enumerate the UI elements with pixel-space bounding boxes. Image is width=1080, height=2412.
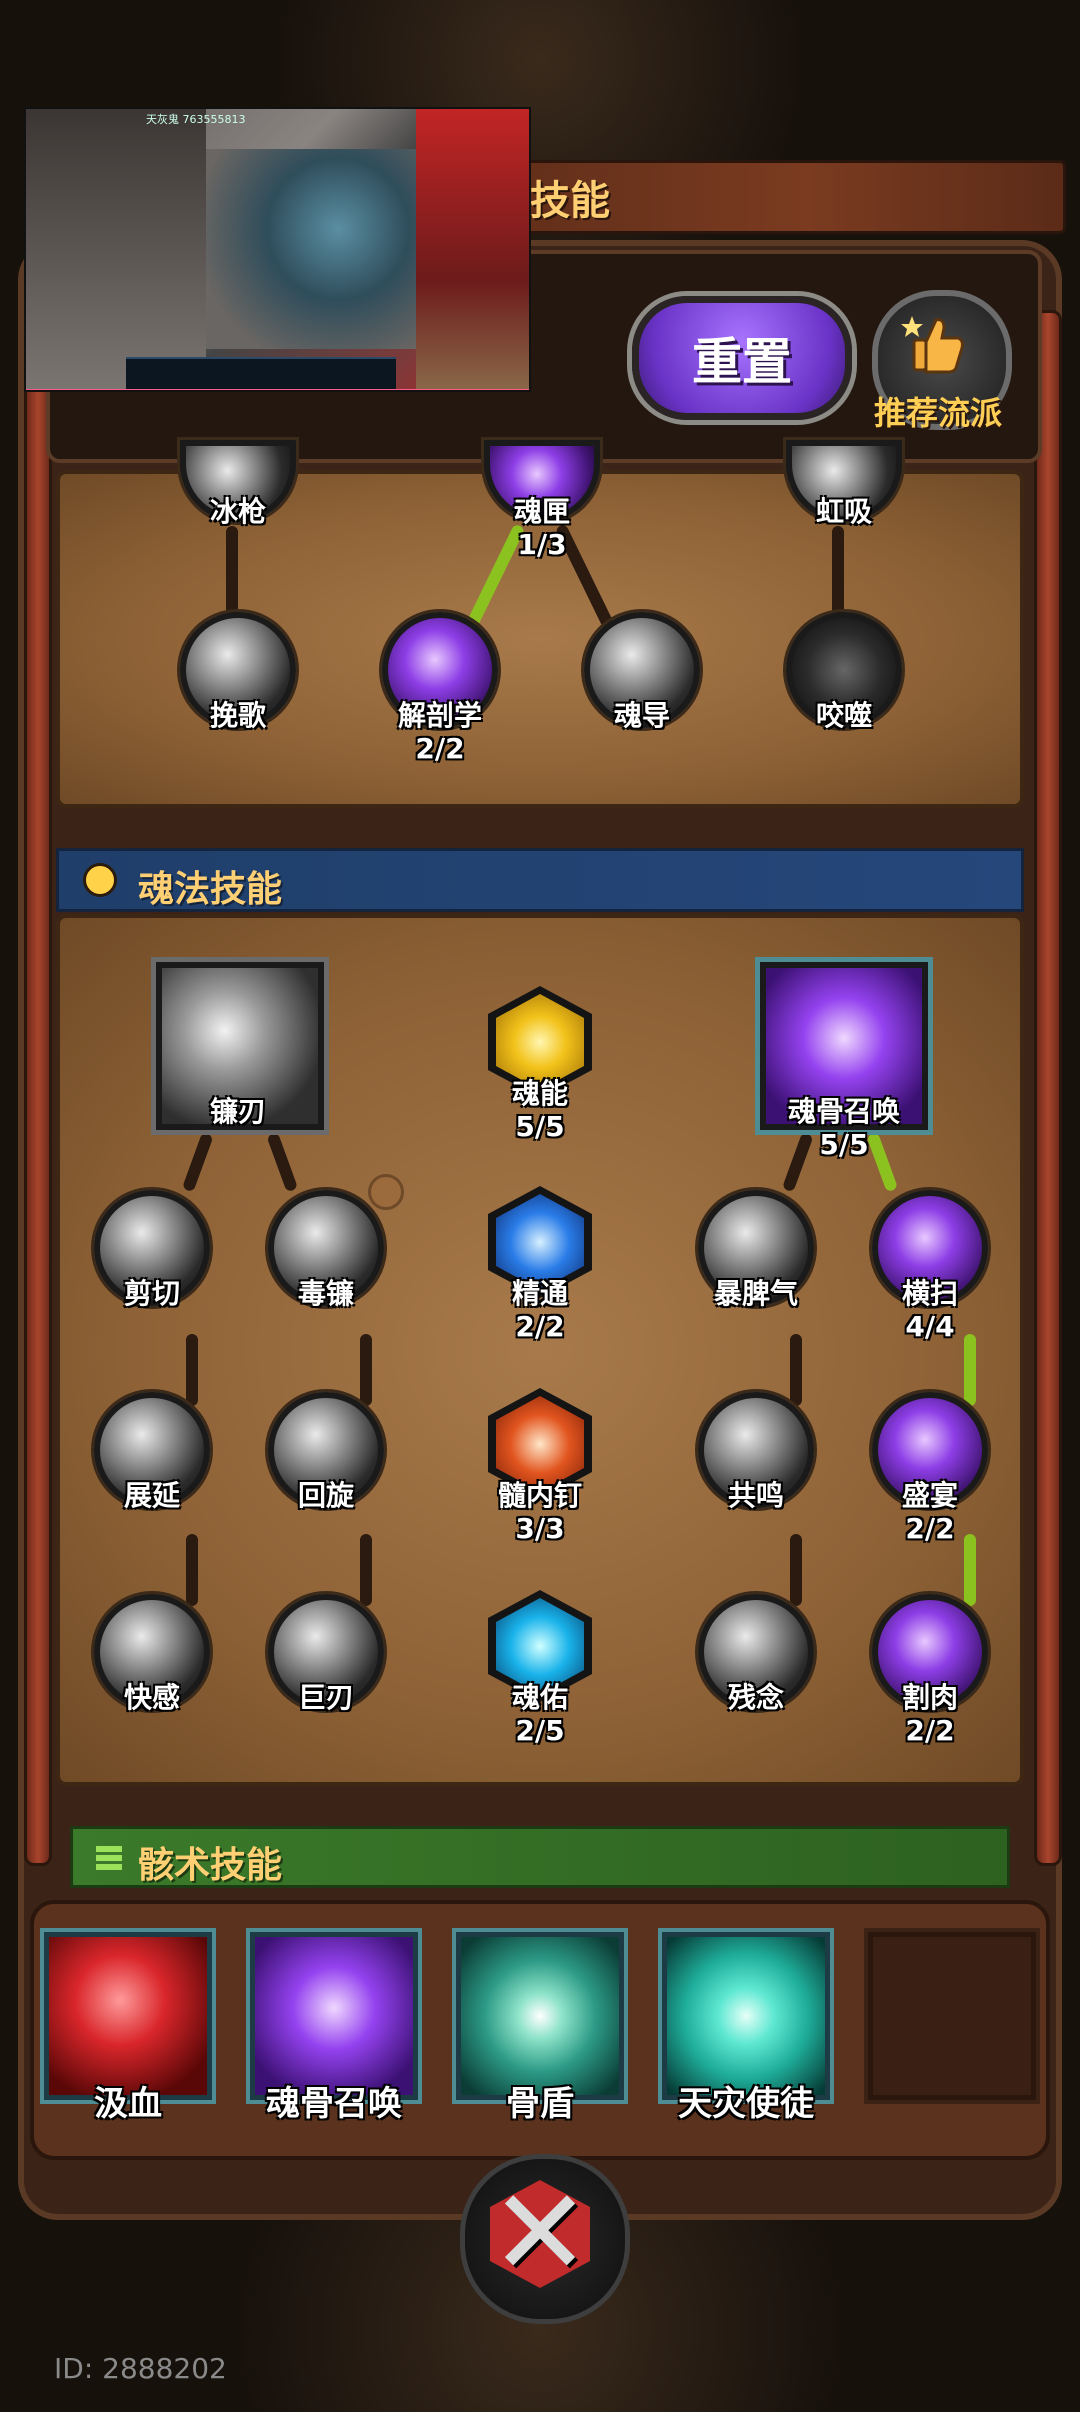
skill-level: 5/5 bbox=[819, 1128, 869, 1161]
skill-label: 展延 bbox=[123, 1479, 180, 1512]
skill-label: 回旋 bbox=[297, 1479, 354, 1512]
skill-level: 2/2 bbox=[415, 732, 465, 765]
video-label: 天灰鬼 763555813 bbox=[146, 113, 246, 126]
skill-level: 5/5 bbox=[515, 1110, 565, 1143]
left-rail bbox=[24, 310, 52, 1866]
slot-empty[interactable] bbox=[868, 1932, 1036, 2100]
slot-bone-summon[interactable] bbox=[250, 1932, 418, 2100]
player-id: ID: 2888202 bbox=[54, 2352, 227, 2385]
skill-label: 共鸣 bbox=[727, 1479, 784, 1512]
skill-label: 盛宴 bbox=[901, 1479, 958, 1512]
close-icon: ✕ bbox=[489, 2164, 591, 2303]
link bbox=[360, 1334, 372, 1406]
skill-label: 魂匣 bbox=[513, 495, 570, 528]
skill-level: 2/2 bbox=[905, 1512, 955, 1545]
link bbox=[790, 1334, 802, 1406]
skill-label: 冰枪 bbox=[209, 495, 266, 528]
skill-label: 剪切 bbox=[123, 1277, 180, 1310]
skill-label: 挽歌 bbox=[209, 699, 266, 732]
thumbs-up-icon bbox=[901, 316, 964, 374]
skill-label: 横扫 bbox=[901, 1277, 958, 1310]
skill-level: 2/2 bbox=[515, 1310, 565, 1343]
skill-label: 暴脾气 bbox=[713, 1277, 798, 1310]
reset-button-label: 重置 bbox=[692, 333, 792, 391]
link bbox=[186, 1534, 198, 1606]
slot-label: 汲血 bbox=[94, 2084, 162, 2124]
skill-label: 魂佑 bbox=[511, 1681, 568, 1714]
slot-label: 天灾使徒 bbox=[678, 2084, 814, 2124]
swirl-icon bbox=[83, 863, 117, 897]
section-title-bone: 骸术技能 bbox=[138, 1845, 283, 1886]
skill-label: 快感 bbox=[123, 1681, 180, 1714]
skill-label: 魂导 bbox=[613, 699, 670, 732]
slot-label: 骨盾 bbox=[506, 2084, 574, 2124]
active-link bbox=[964, 1334, 976, 1406]
slot-vortex[interactable] bbox=[662, 1932, 830, 2100]
recommend-label: 推荐流派 bbox=[874, 394, 1003, 432]
video-overlay[interactable]: 天灰鬼 763555813 bbox=[24, 107, 531, 392]
link bbox=[360, 1534, 372, 1606]
skill-label: 毒镰 bbox=[297, 1277, 354, 1310]
pin-icon bbox=[368, 1174, 404, 1210]
skill-level: 3/3 bbox=[515, 1512, 565, 1545]
section-title-soul: 魂法技能 bbox=[138, 869, 283, 910]
skill-label: 咬噬 bbox=[815, 699, 872, 732]
skill-level: 1/3 bbox=[517, 528, 567, 561]
slot-blood-drop[interactable] bbox=[44, 1932, 212, 2100]
slot-label: 魂骨召唤 bbox=[266, 2084, 402, 2124]
link bbox=[186, 1334, 198, 1406]
video-progress bbox=[26, 389, 529, 390]
skill-label: 解剖学 bbox=[397, 699, 482, 732]
link bbox=[832, 526, 844, 616]
skill-level: 4/4 bbox=[905, 1310, 955, 1343]
skill-label: 魂骨召唤 bbox=[787, 1095, 900, 1128]
skill-level: 2/5 bbox=[515, 1714, 565, 1747]
slot-bone-shield[interactable] bbox=[456, 1932, 624, 2100]
bone-tab-icon bbox=[96, 1846, 122, 1870]
skill-label: 巨刃 bbox=[297, 1681, 354, 1714]
skill-label: 髓内钉 bbox=[497, 1479, 582, 1512]
video-hud bbox=[126, 357, 396, 390]
link bbox=[790, 1534, 802, 1606]
page-title: 技能 bbox=[530, 178, 610, 224]
reset-button[interactable]: 重置 bbox=[632, 296, 852, 420]
skill-level: 2/2 bbox=[905, 1714, 955, 1747]
right-rail bbox=[1034, 310, 1062, 1866]
skill-label: 残念 bbox=[727, 1681, 784, 1714]
link bbox=[226, 526, 238, 616]
skill-label: 割肉 bbox=[901, 1681, 958, 1714]
skill-label: 虹吸 bbox=[815, 495, 872, 528]
skill-label: 镰刃 bbox=[209, 1095, 266, 1128]
skill-label: 魂能 bbox=[511, 1077, 568, 1110]
skill-label: 精通 bbox=[511, 1277, 568, 1310]
